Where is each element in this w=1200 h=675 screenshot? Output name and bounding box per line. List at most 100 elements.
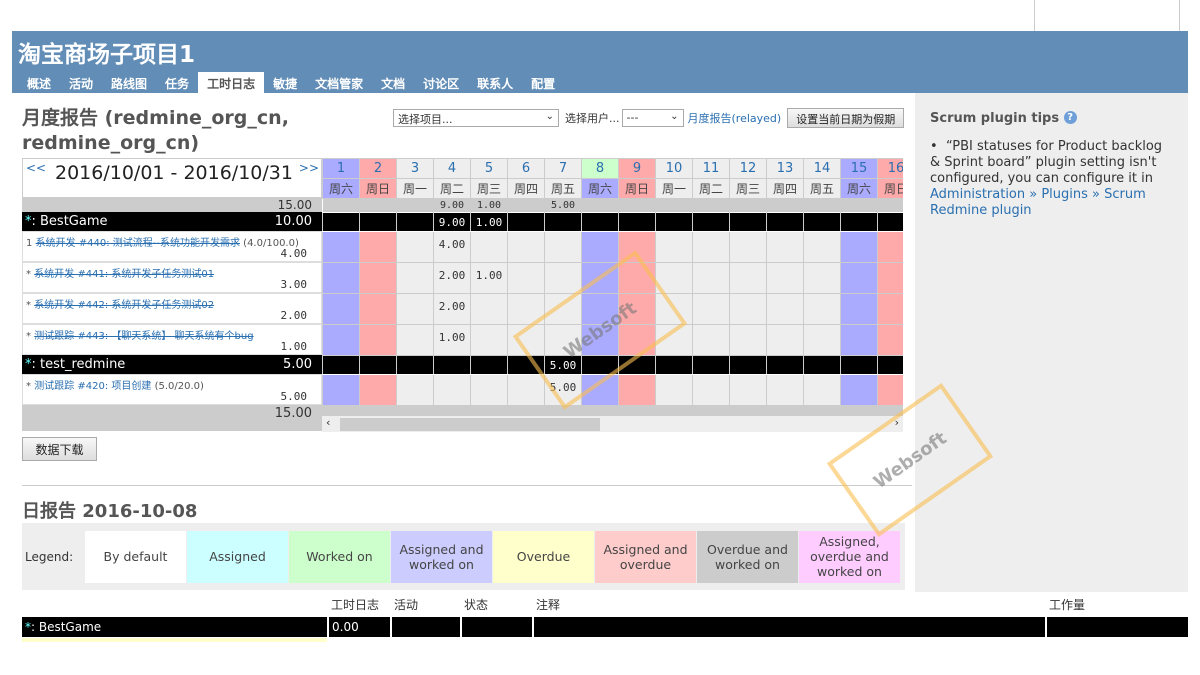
issue-day-cell[interactable]: [692, 262, 730, 294]
issue-day-cell[interactable]: [729, 293, 767, 325]
issue-day-cell[interactable]: [840, 374, 878, 406]
day-number[interactable]: 15: [840, 158, 878, 179]
issue-day-cell[interactable]: [803, 324, 841, 356]
day-number[interactable]: 13: [766, 158, 804, 179]
issue-link[interactable]: 测试跟踪 #443: 【聊天系统】 聊天系统有个bug: [34, 331, 253, 342]
issue-day-cell[interactable]: [803, 293, 841, 325]
issue-day-cell[interactable]: 1.00: [470, 262, 508, 294]
tab-7[interactable]: 文档: [372, 72, 414, 93]
day-number[interactable]: 9: [618, 158, 656, 179]
issue-day-cell[interactable]: [766, 293, 804, 325]
next-month-link[interactable]: >>: [299, 161, 319, 175]
issue-day-cell[interactable]: [359, 374, 397, 406]
issue-day-cell[interactable]: [322, 374, 360, 406]
scrollbar-thumb[interactable]: [340, 418, 600, 431]
day-number[interactable]: 10: [655, 158, 693, 179]
issue-day-cell[interactable]: 2.00: [433, 293, 471, 325]
issue-day-cell[interactable]: [470, 293, 508, 325]
issue-day-cell[interactable]: [729, 374, 767, 406]
day-number[interactable]: 8: [581, 158, 619, 179]
issue-day-cell[interactable]: [581, 231, 619, 263]
issue-day-cell[interactable]: [877, 231, 903, 263]
issue-day-cell[interactable]: [729, 324, 767, 356]
issue-day-cell[interactable]: [359, 231, 397, 263]
issue-day-cell[interactable]: [655, 374, 693, 406]
issue-day-cell[interactable]: [766, 374, 804, 406]
issue-day-cell[interactable]: [692, 231, 730, 263]
day-number[interactable]: 6: [507, 158, 545, 179]
issue-day-cell[interactable]: [470, 231, 508, 263]
issue-link[interactable]: 系统开发 #441: 系统开发子任务测试01: [34, 269, 214, 280]
day-number[interactable]: 7: [544, 158, 582, 179]
day-number[interactable]: 1: [322, 158, 360, 179]
tab-2[interactable]: 路线图: [102, 72, 156, 93]
project-row[interactable]: *: BestGame 10.00: [22, 212, 322, 231]
issue-day-cell[interactable]: [692, 324, 730, 356]
issue-day-cell[interactable]: [840, 262, 878, 294]
issue-day-cell[interactable]: [840, 231, 878, 263]
issue-day-cell[interactable]: [470, 324, 508, 356]
issue-day-cell[interactable]: [470, 374, 508, 406]
issue-day-cell[interactable]: [766, 231, 804, 263]
issue-day-cell[interactable]: [729, 231, 767, 263]
day-number[interactable]: 12: [729, 158, 767, 179]
issue-day-cell[interactable]: [322, 324, 360, 356]
issue-day-cell[interactable]: [507, 262, 545, 294]
project-name[interactable]: BestGame: [40, 214, 108, 229]
issue-day-cell[interactable]: [396, 293, 434, 325]
previous-month-link[interactable]: <<: [26, 161, 46, 175]
issue-link[interactable]: 系统开发 #442: 系统开发子任务测试02: [34, 300, 214, 311]
tab-1[interactable]: 活动: [60, 72, 102, 93]
issue-day-cell[interactable]: 4.00: [433, 231, 471, 263]
issue-day-cell[interactable]: [322, 262, 360, 294]
issue-day-cell[interactable]: 1.00: [433, 324, 471, 356]
issue-day-cell[interactable]: [433, 374, 471, 406]
issue-day-cell[interactable]: [359, 262, 397, 294]
tab-8[interactable]: 讨论区: [414, 72, 468, 93]
relayed-report-link[interactable]: 月度报告(relayed): [688, 110, 782, 126]
download-button[interactable]: 数据下载: [22, 437, 97, 461]
day-number[interactable]: 3: [396, 158, 434, 179]
issue-day-cell[interactable]: [359, 293, 397, 325]
issue-day-cell[interactable]: [877, 293, 903, 325]
issue-day-cell[interactable]: [692, 374, 730, 406]
issue-day-cell[interactable]: [396, 262, 434, 294]
issue-day-cell[interactable]: [803, 374, 841, 406]
issue-day-cell[interactable]: [544, 231, 582, 263]
tab-3[interactable]: 任务: [156, 72, 198, 93]
issue-day-cell[interactable]: [396, 324, 434, 356]
tab-9[interactable]: 联系人: [468, 72, 522, 93]
issue-day-cell[interactable]: [803, 231, 841, 263]
help-icon[interactable]: ?: [1063, 111, 1077, 124]
issue-day-cell[interactable]: [877, 262, 903, 294]
day-number[interactable]: 11: [692, 158, 730, 179]
issue-day-cell[interactable]: [396, 231, 434, 263]
issue-day-cell[interactable]: [877, 324, 903, 356]
issue-day-cell[interactable]: [692, 293, 730, 325]
tab-10[interactable]: 配置: [522, 72, 564, 93]
issue-day-cell[interactable]: [729, 262, 767, 294]
issue-day-cell[interactable]: [766, 262, 804, 294]
scroll-left-icon[interactable]: ‹: [326, 416, 330, 429]
issue-day-cell[interactable]: [655, 231, 693, 263]
issue-day-cell[interactable]: [359, 324, 397, 356]
tab-0[interactable]: 概述: [18, 72, 60, 93]
issue-day-cell[interactable]: 2.00: [433, 262, 471, 294]
day-number[interactable]: 5: [470, 158, 508, 179]
quick-search-box[interactable]: [1034, 0, 1180, 32]
issue-day-cell[interactable]: [544, 262, 582, 294]
horizontal-scrollbar[interactable]: ‹ ›: [322, 415, 903, 432]
issue-day-cell[interactable]: [322, 293, 360, 325]
issue-day-cell[interactable]: [507, 231, 545, 263]
issue-link[interactable]: 测试跟踪 #420: 项目创建: [34, 381, 151, 392]
issue-day-cell[interactable]: [618, 374, 656, 406]
day-number[interactable]: 14: [803, 158, 841, 179]
plugin-settings-link[interactable]: Administration » Plugins » Scrum Redmine…: [930, 187, 1146, 218]
issue-day-cell[interactable]: [840, 293, 878, 325]
user-select[interactable]: --- ⌄: [621, 109, 684, 127]
tab-6[interactable]: 文档管家: [306, 72, 372, 93]
day-number[interactable]: 2: [359, 158, 397, 179]
project-row[interactable]: *: test_redmine 5.00: [22, 355, 322, 374]
issue-day-cell[interactable]: [507, 374, 545, 406]
tab-5[interactable]: 敏捷: [264, 72, 306, 93]
